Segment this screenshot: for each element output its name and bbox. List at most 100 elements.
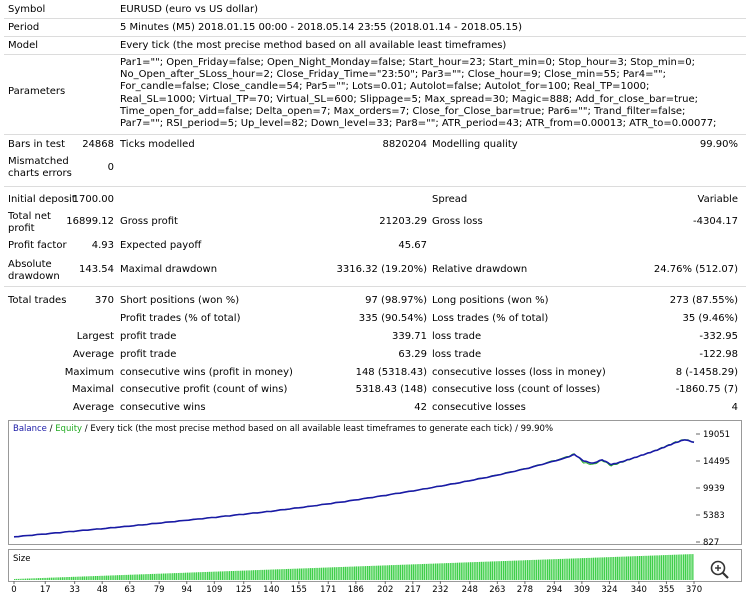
- size-bar: [276, 569, 279, 580]
- size-bar: [341, 567, 343, 580]
- size-bar: [278, 569, 280, 580]
- x-tick-label: 140: [263, 585, 279, 594]
- size-bar: [300, 568, 302, 580]
- size-bar: [624, 556, 626, 580]
- size-bar: [361, 566, 363, 580]
- size-bar: [484, 561, 486, 580]
- size-bar: [15, 578, 18, 580]
- size-bar: [545, 559, 547, 580]
- size-bar: [559, 558, 562, 580]
- size-bar: [199, 572, 201, 580]
- size-bar: [186, 572, 189, 580]
- size-bar: [313, 568, 315, 580]
- size-bar: [107, 575, 109, 580]
- size-bar: [396, 564, 398, 580]
- size-bar: [41, 578, 43, 580]
- size-bar: [34, 578, 36, 580]
- size-bar: [247, 570, 249, 580]
- size-bar: [328, 567, 330, 580]
- total-net-profit-label-2: profit: [8, 223, 35, 234]
- largest-profit-label: profit trade: [120, 331, 177, 342]
- size-bar: [295, 568, 297, 580]
- size-bar: [490, 561, 492, 580]
- size-bar: [513, 560, 516, 580]
- size-bar: [298, 568, 301, 580]
- total-net-profit-value: 16899.12: [66, 216, 114, 227]
- size-bar: [61, 577, 64, 580]
- size-bar: [245, 570, 247, 580]
- divider: [4, 36, 746, 37]
- legend-rest: / Every tick (the most precise method ba…: [82, 424, 553, 434]
- size-bar: [677, 554, 679, 580]
- size-bar: [596, 557, 598, 580]
- size-bar: [348, 566, 350, 580]
- modelling-quality-label: Modelling quality: [432, 139, 518, 150]
- size-bar: [660, 555, 663, 580]
- size-bar: [139, 574, 141, 580]
- size-bar: [155, 573, 157, 580]
- size-bar: [333, 567, 336, 580]
- size-bar: [254, 570, 257, 580]
- size-bar: [320, 567, 323, 580]
- x-tick-label: 125: [236, 585, 252, 594]
- size-bar: [91, 576, 93, 580]
- size-bar: [675, 554, 677, 580]
- size-bar: [258, 570, 260, 580]
- size-bar: [690, 554, 692, 580]
- size-bar: [679, 554, 681, 580]
- size-bar: [409, 564, 411, 580]
- size-bar: [412, 564, 415, 580]
- size-bar: [179, 572, 181, 580]
- size-bar: [284, 569, 286, 580]
- size-bar: [229, 571, 231, 580]
- size-bar: [142, 574, 144, 580]
- size-bar: [638, 556, 641, 580]
- size-bar: [256, 570, 258, 580]
- size-bar: [56, 577, 58, 580]
- x-tick-label: 202: [377, 585, 393, 594]
- max-consec-wins-value: 148 (5318.43): [355, 367, 427, 378]
- size-bar: [201, 572, 203, 580]
- size-bar: [423, 563, 426, 580]
- size-bar: [671, 554, 674, 580]
- x-tick-label: 171: [320, 585, 336, 594]
- total-trades-label: Total trades: [8, 295, 67, 306]
- size-bar: [269, 569, 271, 580]
- size-bar: [28, 578, 30, 580]
- size-bar: [151, 573, 154, 580]
- parameters-value: Par1=""; Open_Friday=false; Open_Night_M…: [120, 57, 717, 130]
- size-bar: [416, 564, 418, 580]
- size-bar: [80, 576, 82, 580]
- max-consec-losses-value: 8 (-1458.29): [675, 367, 738, 378]
- size-bar: [227, 571, 229, 580]
- size-bar: [440, 563, 442, 580]
- size-bar: [368, 566, 370, 580]
- mismatched-value: 0: [107, 162, 114, 173]
- long-positions-label: Long positions (won %): [432, 295, 549, 306]
- size-bar: [377, 565, 380, 580]
- gross-loss-label: Gross loss: [432, 216, 483, 227]
- size-bar: [363, 566, 365, 580]
- size-bar: [460, 562, 462, 580]
- size-bar: [580, 558, 582, 580]
- size-bar: [164, 573, 166, 580]
- size-bar: [626, 556, 628, 580]
- size-bar: [344, 566, 347, 580]
- size-bar: [282, 569, 284, 580]
- size-bar: [390, 565, 393, 580]
- size-bar: [425, 563, 427, 580]
- size-bar: [405, 564, 407, 580]
- size-bar: [611, 557, 613, 580]
- size-bar: [346, 566, 348, 580]
- size-bar: [74, 576, 76, 580]
- x-tick-label: 155: [291, 585, 307, 594]
- size-bar: [681, 554, 683, 580]
- size-bar: [581, 558, 584, 580]
- size-bar: [122, 575, 124, 580]
- expected-payoff-value: 45.67: [398, 240, 427, 251]
- x-tick-label: 263: [489, 585, 505, 594]
- size-bar: [297, 568, 299, 580]
- size-bar: [473, 562, 475, 580]
- size-bar: [418, 564, 420, 580]
- x-tick-label: 94: [181, 585, 192, 594]
